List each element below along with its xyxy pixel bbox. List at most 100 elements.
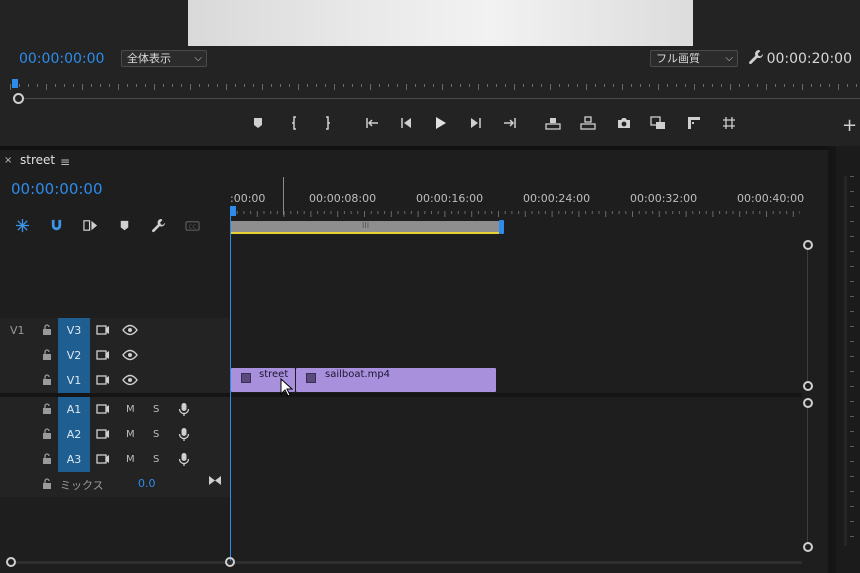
bowtie-icon[interactable] (208, 475, 222, 486)
mark-out-button[interactable] (317, 113, 337, 133)
track-lane-v3[interactable] (230, 318, 802, 343)
solo-button[interactable]: S (153, 397, 159, 422)
ruler-label: 00:00:08:00 (309, 192, 377, 205)
monitor-playhead[interactable] (12, 79, 18, 88)
track-row-a2: A2 M S (0, 422, 802, 447)
timeline-add-marker-button[interactable] (115, 216, 133, 234)
track-target-a2[interactable]: A2 (58, 422, 90, 447)
audio-vertical-scroll-track[interactable] (807, 407, 808, 542)
lock-icon[interactable] (42, 324, 52, 336)
timeline-playhead[interactable] (230, 206, 236, 216)
mute-button[interactable]: M (126, 447, 135, 472)
lift-button[interactable] (543, 113, 563, 133)
sync-lock-icon[interactable] (96, 403, 110, 415)
video-vertical-scroll-track[interactable] (807, 249, 808, 381)
wrench-icon[interactable] (748, 49, 766, 67)
play-button[interactable] (430, 113, 450, 133)
play-icon (436, 117, 446, 129)
microphone-icon[interactable] (178, 427, 190, 442)
lock-icon[interactable] (42, 428, 52, 440)
track-header-a2: A2 M S (0, 422, 230, 447)
work-area-end-handle[interactable] (499, 220, 504, 234)
lock-icon[interactable] (42, 349, 52, 361)
captions-button[interactable]: CC (183, 216, 201, 234)
audio-vertical-scroll-top[interactable] (803, 398, 813, 408)
ruler-label: 00:00:40:00 (737, 192, 805, 205)
track-lane-a3[interactable] (230, 447, 802, 472)
step-back-button[interactable] (396, 113, 416, 133)
track-lane-a2[interactable] (230, 422, 802, 447)
safe-margins-button[interactable] (684, 113, 704, 133)
sync-lock-icon[interactable] (96, 428, 110, 440)
track-lane-v2[interactable] (230, 343, 802, 368)
snap-button[interactable] (47, 216, 65, 234)
solo-button[interactable]: S (153, 447, 159, 472)
sequence-tab[interactable]: street (20, 153, 55, 167)
go-to-in-button[interactable] (362, 113, 382, 133)
solo-button[interactable]: S (153, 422, 159, 447)
work-area-grip[interactable]: III (362, 221, 369, 230)
horizontal-scroll-right-handle[interactable] (225, 557, 235, 567)
track-header-v3: V1 V3 (0, 318, 230, 343)
video-vertical-scroll-bottom[interactable] (803, 381, 813, 391)
lock-icon[interactable] (42, 403, 52, 415)
sync-lock-icon[interactable] (96, 324, 110, 336)
sync-lock-icon[interactable] (96, 349, 110, 361)
playback-quality-select[interactable]: フル画質 ⌵ (650, 50, 738, 67)
clip-name: sailboat.mp4 (325, 369, 391, 380)
lock-icon[interactable] (42, 374, 52, 386)
export-frame-button[interactable] (614, 113, 634, 133)
track-lane-a1[interactable] (230, 397, 802, 422)
monitor-zoom-handle[interactable] (13, 93, 24, 104)
horizontal-scroll-left-handle[interactable] (6, 557, 16, 567)
microphone-icon[interactable] (178, 402, 190, 417)
sync-lock-icon[interactable] (96, 453, 110, 465)
lock-icon[interactable] (42, 478, 52, 490)
video-vertical-scroll-top[interactable] (803, 240, 813, 250)
clip-sailboat[interactable]: sailboat.mp4 (296, 368, 496, 392)
add-button-icon[interactable]: + (842, 115, 857, 136)
comparison-view-button[interactable] (648, 113, 668, 133)
video-frame (188, 0, 693, 46)
mute-button[interactable]: M (126, 422, 135, 447)
microphone-icon[interactable] (178, 452, 190, 467)
track-target-a1[interactable]: A1 (58, 397, 90, 422)
zoom-level-select[interactable]: 全体表示 ⌵ (121, 50, 207, 67)
mark-in-button[interactable] (285, 113, 305, 133)
lock-icon[interactable] (42, 453, 52, 465)
step-forward-icon (471, 118, 481, 128)
mute-button[interactable]: M (126, 397, 135, 422)
mix-volume-value[interactable]: 0.0 (138, 477, 156, 490)
timeline-settings-button[interactable] (149, 216, 167, 234)
go-to-out-button[interactable] (500, 113, 520, 133)
track-target-v1[interactable]: V1 (58, 368, 90, 393)
eye-icon[interactable] (122, 349, 138, 361)
source-patch-v1[interactable]: V1 (10, 318, 25, 343)
sequence-tab-menu-icon[interactable]: ≡ (60, 155, 70, 169)
track-row-a1: A1 M S (0, 397, 802, 422)
timeline-time-ruler[interactable] (230, 208, 800, 220)
sync-lock-icon[interactable] (96, 374, 110, 386)
monitor-zoom-scrollbar[interactable] (24, 98, 860, 99)
chevron-down-icon: ⌵ (725, 53, 733, 64)
track-header-v1: V1 (0, 368, 230, 393)
track-lane-mix[interactable] (230, 472, 802, 497)
track-target-a3[interactable]: A3 (58, 447, 90, 472)
grid-button[interactable] (719, 113, 739, 133)
sequence-timecode[interactable]: 00:00:00:00 (11, 180, 103, 198)
monitor-time-ruler[interactable] (10, 78, 860, 98)
track-target-v2[interactable]: V2 (58, 343, 90, 368)
nest-toggle-button[interactable] (13, 216, 31, 234)
eye-icon[interactable] (122, 324, 138, 336)
eye-icon[interactable] (122, 374, 138, 386)
monitor-current-timecode[interactable]: 00:00:00:00 (19, 51, 104, 67)
add-marker-button[interactable] (248, 113, 268, 133)
horizontal-scroll-track[interactable] (16, 561, 802, 564)
sequence-tab-close-icon[interactable]: × (4, 155, 12, 166)
step-forward-button[interactable] (466, 113, 486, 133)
mark-out-icon (326, 116, 330, 130)
linked-selection-button[interactable] (81, 216, 99, 234)
extract-button[interactable] (578, 113, 598, 133)
track-target-v3[interactable]: V3 (58, 318, 90, 343)
audio-vertical-scroll-bottom[interactable] (803, 542, 813, 552)
